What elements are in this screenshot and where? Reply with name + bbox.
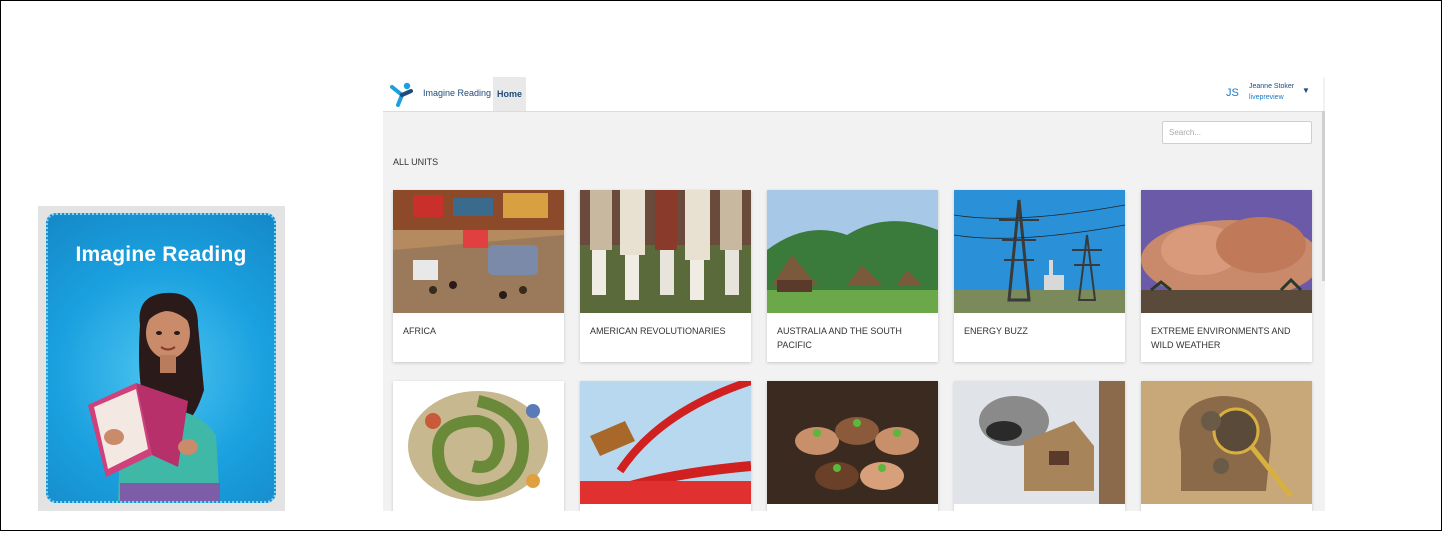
- product-cover-art: Imagine Reading: [46, 213, 276, 503]
- unit-image-australia: [767, 190, 938, 313]
- scrollbar[interactable]: [1322, 111, 1325, 281]
- section-title: ALL UNITS: [393, 157, 439, 167]
- screenshot-frame: Imagine Reading Imagine Reading Home JS …: [0, 0, 1442, 531]
- unit-card-title: AFRICA: [403, 326, 437, 336]
- unit-image: [1141, 381, 1312, 504]
- user-initials-avatar[interactable]: JS: [1226, 87, 1239, 99]
- unit-card-extreme-environments[interactable]: EXTREME ENVIRONMENTS AND WILD WEATHER: [1141, 190, 1312, 362]
- unit-card[interactable]: [580, 381, 751, 511]
- unit-image: [767, 381, 938, 504]
- user-account-subtitle[interactable]: livepreview: [1249, 94, 1284, 101]
- unit-card-title: EXTREME ENVIRONMENTS AND WILD WEATHER: [1151, 326, 1291, 350]
- top-nav-bar: Imagine Reading Home JS Jeanne Stoker li…: [383, 77, 1323, 112]
- unit-image: [954, 381, 1125, 504]
- imagine-learning-logo-icon[interactable]: [389, 81, 415, 107]
- unit-card-title: ENERGY BUZZ: [964, 326, 1028, 336]
- search-input[interactable]: [1162, 121, 1312, 144]
- user-name[interactable]: Jeanne Stoker: [1249, 83, 1294, 90]
- unit-card[interactable]: [1141, 381, 1312, 511]
- unit-image: [393, 381, 564, 504]
- unit-image: [580, 381, 751, 504]
- unit-image-american-revolutionaries: [580, 190, 751, 313]
- unit-image-africa: [393, 190, 564, 313]
- unit-card-australia-south-pacific[interactable]: AUSTRALIA AND THE SOUTH PACIFIC: [767, 190, 938, 362]
- product-title: Imagine Reading: [75, 243, 247, 266]
- unit-card[interactable]: [954, 381, 1125, 511]
- unit-card-title: AUSTRALIA AND THE SOUTH PACIFIC: [777, 326, 902, 350]
- nav-tab-home[interactable]: Home: [493, 77, 526, 111]
- user-menu-dropdown-icon[interactable]: ▼: [1302, 86, 1310, 95]
- product-cover: Imagine Reading: [38, 206, 285, 511]
- unit-card-american-revolutionaries[interactable]: AMERICAN REVOLUTIONARIES: [580, 190, 751, 362]
- unit-image-extreme-environments: [1141, 190, 1312, 313]
- unit-card-energy-buzz[interactable]: ENERGY BUZZ: [954, 190, 1125, 362]
- unit-card-title: AMERICAN REVOLUTIONARIES: [590, 326, 726, 336]
- unit-card[interactable]: [393, 381, 564, 511]
- unit-card-africa[interactable]: AFRICA: [393, 190, 564, 362]
- unit-card[interactable]: [767, 381, 938, 511]
- brand-name[interactable]: Imagine Reading: [423, 88, 491, 98]
- app-window: Imagine Reading Home JS Jeanne Stoker li…: [383, 77, 1325, 511]
- unit-image-energy-buzz: [954, 190, 1125, 313]
